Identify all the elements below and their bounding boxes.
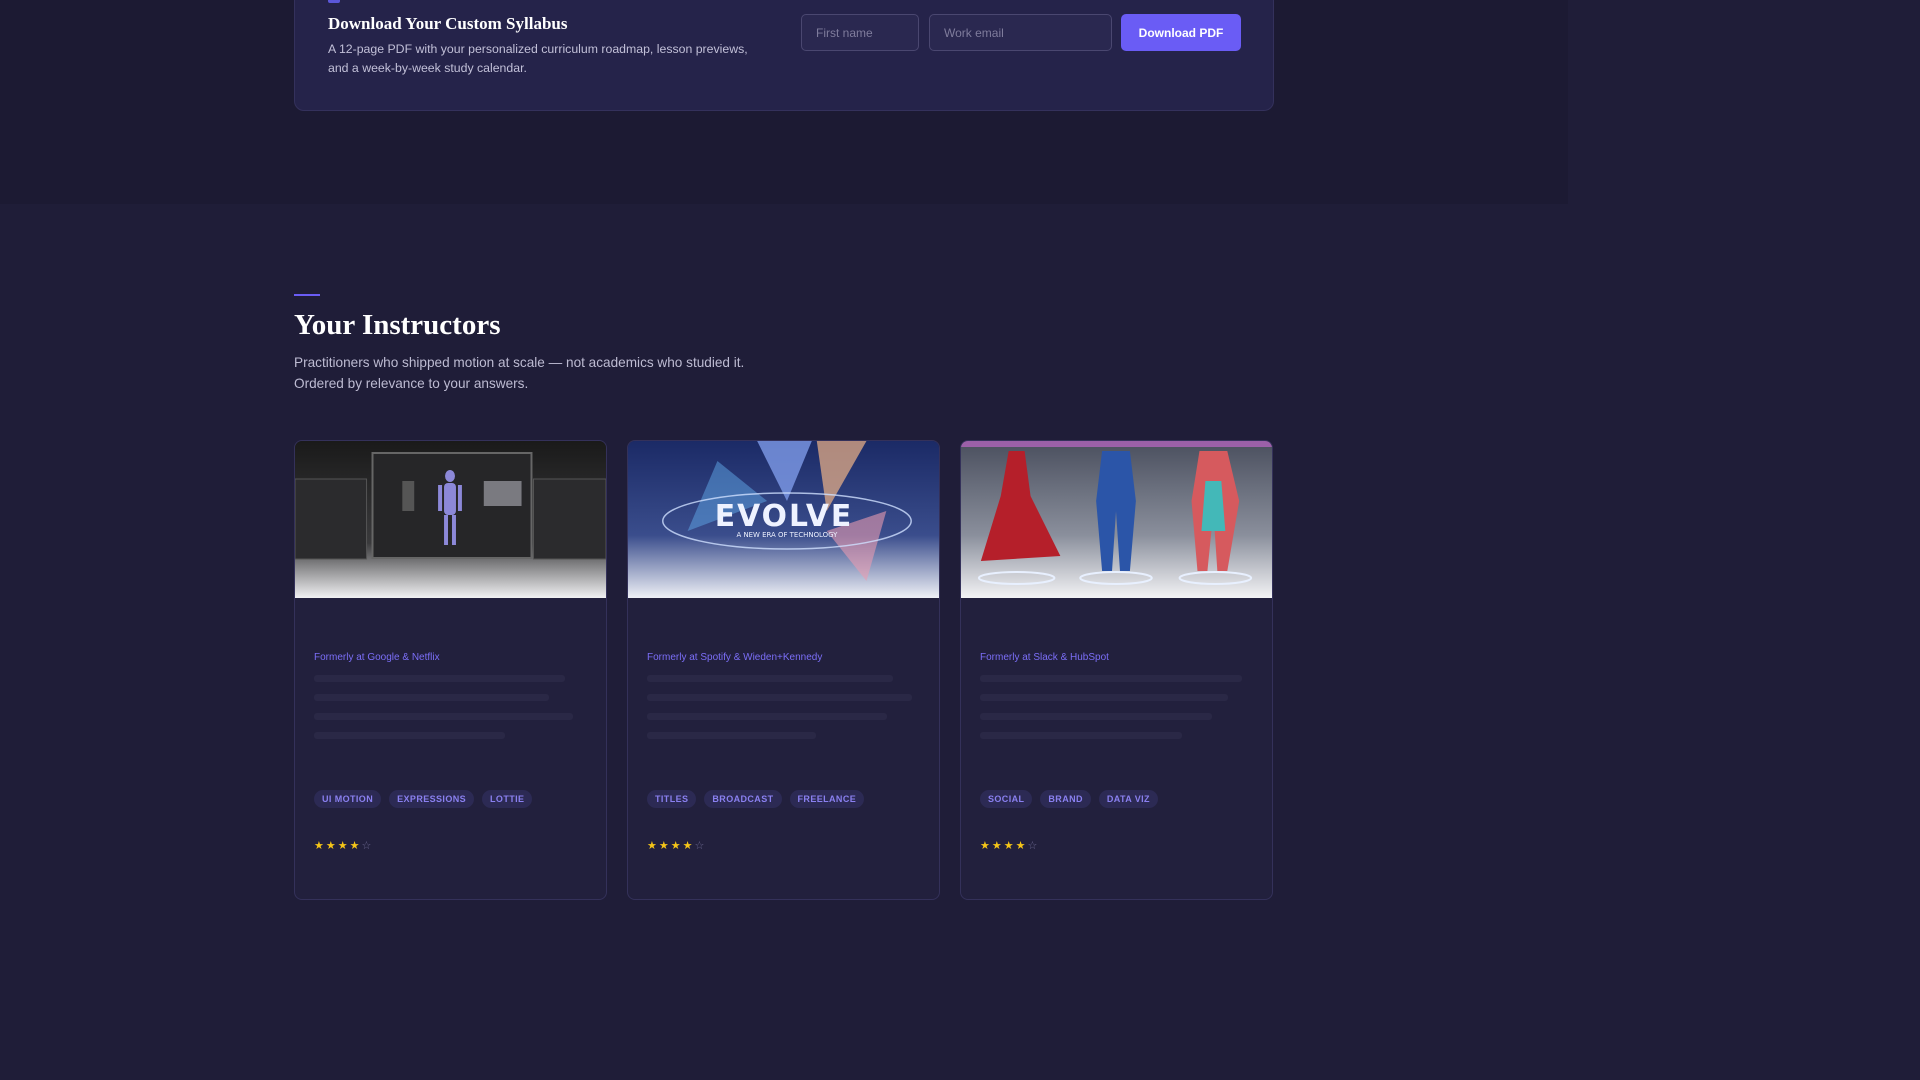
instructor-former: Formerly at Slack & HubSpot	[980, 652, 1109, 663]
section-accent-line	[294, 294, 320, 296]
work-email-input[interactable]	[929, 14, 1112, 51]
instructor-role	[980, 633, 1253, 649]
instructor-name	[314, 611, 587, 631]
instructor-rating: ★ ★ ★ ★ ☆	[314, 839, 371, 852]
instructors-title: Your Instructors	[294, 309, 501, 341]
syllabus-download-card: Download Your Custom Syllabus A 12-page …	[294, 0, 1274, 111]
star-filled-icon: ★	[1003, 840, 1014, 852]
tag: TITLES	[647, 790, 697, 808]
star-filled-icon: ★	[349, 840, 360, 852]
first-name-input[interactable]	[801, 14, 919, 51]
instructor-name	[647, 611, 920, 631]
tag: FREELANCE	[789, 790, 865, 808]
star-filled-icon: ★	[647, 840, 657, 852]
instructor-bio	[647, 675, 920, 765]
instructor-tags: TITLES BROADCAST FREELANCE	[647, 790, 865, 808]
instructor-card[interactable]: EVOLVE A NEW ERA OF TECHNOLOGY Formerly …	[627, 440, 940, 900]
instructor-bio	[980, 675, 1253, 765]
star-empty-icon: ☆	[361, 840, 372, 852]
evolve-subtext: A NEW ERA OF TECHNOLOGY	[737, 531, 839, 539]
instructor-card[interactable]: Formerly at Google & Netflix UI MOTION E…	[294, 440, 607, 900]
tag: EXPRESSIONS	[389, 790, 475, 808]
instructor-role	[314, 633, 587, 649]
star-filled-icon: ★	[980, 840, 990, 852]
star-empty-icon: ☆	[694, 840, 705, 852]
instructor-rating: ★ ★ ★ ★ ☆	[647, 839, 704, 852]
star-filled-icon: ★	[682, 840, 693, 852]
instructor-role	[647, 633, 920, 649]
evolve-title-image: EVOLVE A NEW ERA OF TECHNOLOGY	[628, 441, 939, 598]
syllabus-title: Download Your Custom Syllabus	[328, 14, 568, 33]
tag: DATA VIZ	[1098, 790, 1158, 808]
star-filled-icon: ★	[670, 840, 681, 852]
instructor-former: Formerly at Spotify & Wieden+Kennedy	[647, 652, 823, 663]
star-empty-icon: ☆	[1027, 840, 1038, 852]
instructor-name	[980, 611, 1253, 631]
syllabus-description: A 12-page PDF with your personalized cur…	[328, 42, 748, 75]
instructor-bio	[314, 675, 587, 765]
star-filled-icon: ★	[658, 840, 669, 852]
tag: BRAND	[1040, 790, 1091, 808]
tag: BROADCAST	[704, 790, 782, 808]
tag: UI MOTION	[314, 790, 382, 808]
instructor-card[interactable]: Formerly at Slack & HubSpot SOCIAL BRAND…	[960, 440, 1273, 900]
animation-workstation-image	[295, 441, 606, 598]
star-filled-icon: ★	[1015, 840, 1026, 852]
star-filled-icon: ★	[314, 840, 324, 852]
tag: LOTTIE	[482, 790, 533, 808]
star-filled-icon: ★	[337, 840, 348, 852]
instructor-former: Formerly at Google & Netflix	[314, 652, 440, 663]
instructor-rating: ★ ★ ★ ★ ☆	[980, 839, 1037, 852]
instructor-tags: UI MOTION EXPRESSIONS LOTTIE	[314, 790, 533, 808]
evolve-text: EVOLVE	[715, 499, 853, 534]
instructor-tags: SOCIAL BRAND DATA VIZ	[980, 790, 1158, 808]
instructors-subtitle: Practitioners who shipped motion at scal…	[294, 355, 745, 391]
syllabus-marker-icon	[328, 0, 340, 3]
star-filled-icon: ★	[991, 840, 1002, 852]
fashion-3d-image	[961, 441, 1272, 598]
star-filled-icon: ★	[325, 840, 336, 852]
tag: SOCIAL	[980, 790, 1033, 808]
download-pdf-button[interactable]: Download PDF	[1121, 14, 1241, 51]
